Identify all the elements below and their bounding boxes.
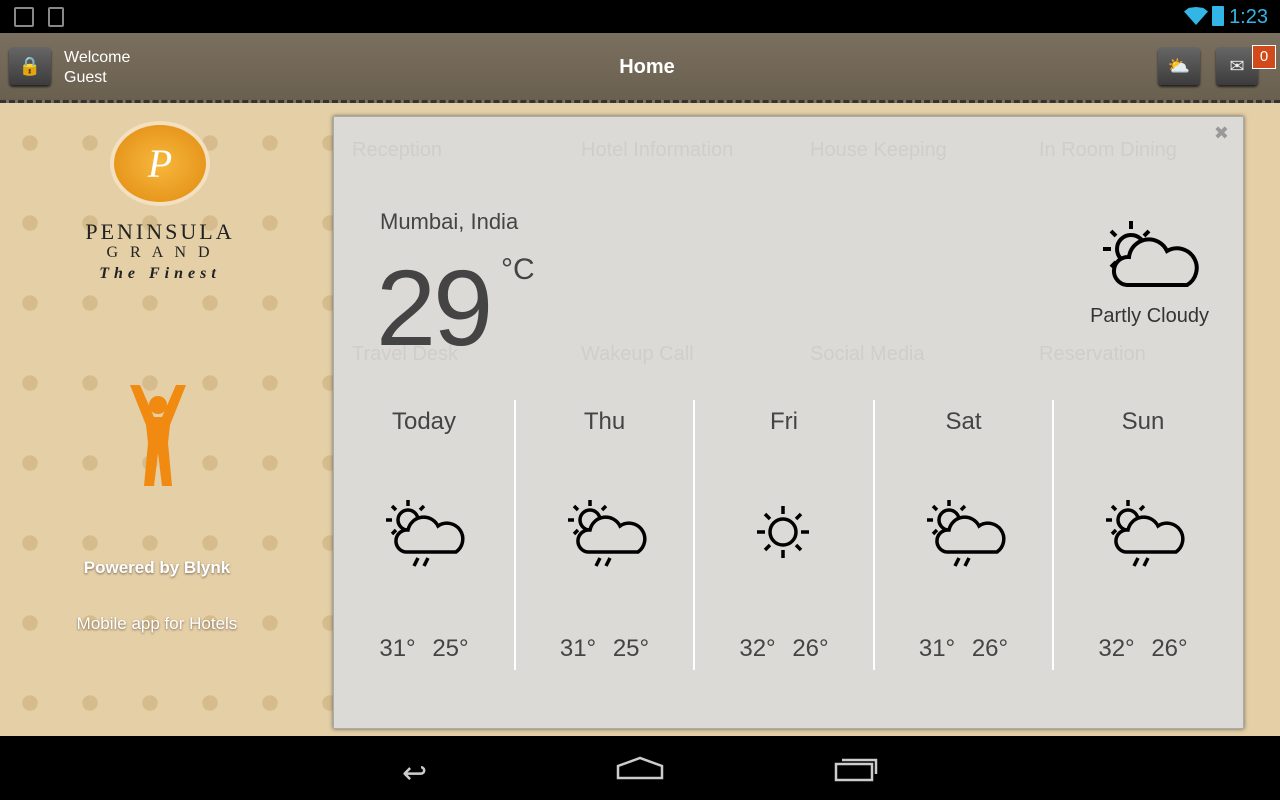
forecast-low: 25°	[612, 635, 650, 662]
recent-apps-button[interactable]	[834, 754, 882, 782]
forecast-low: 26°	[1151, 635, 1188, 662]
forecast-day-sun: Sun 32° 26°	[1052, 400, 1232, 670]
forecast-day-today: Today 31° 25°	[334, 400, 514, 670]
forecast-temps: 31° 26°	[875, 635, 1053, 663]
forecast-day-name: Today	[391, 408, 457, 435]
forecast-day-fri: Fri 32° 26°	[693, 400, 873, 670]
page-title: Home	[619, 56, 675, 78]
brand-sub: G R A N D	[106, 244, 214, 261]
home-button[interactable]	[616, 756, 664, 780]
forecast-high: 31°	[379, 635, 416, 662]
temperature-unit: °C	[501, 253, 535, 286]
forecast-high: 31°	[559, 635, 597, 662]
weather-dialog: Reception Hotel Information House Keepin…	[333, 116, 1244, 729]
forecast-day-name: Sun	[1121, 408, 1165, 435]
mascot-figure	[130, 385, 186, 486]
weather-button[interactable]: ⛅	[1158, 47, 1200, 85]
sunny-icon	[757, 506, 809, 558]
condition: Partly Cloudy	[1090, 305, 1209, 327]
forecast-high: 32°	[1098, 635, 1135, 662]
forecast-day-thu: Thu 31° 25°	[513, 400, 694, 670]
rain-partly-cloudy-icon	[926, 500, 1006, 567]
forecast-low: 26°	[792, 635, 829, 662]
forecast-high: 31°	[918, 635, 956, 662]
tile-hotel-information: Hotel Information	[581, 139, 734, 161]
forecast-day-name: Thu	[583, 408, 626, 435]
image-icon	[14, 7, 34, 27]
brand-name: PENINSULA	[85, 219, 235, 244]
envelope-icon: ✉	[1229, 55, 1245, 76]
rain-partly-cloudy-icon	[1106, 500, 1185, 567]
forecast-day-name: Sat	[945, 408, 982, 435]
forecast-temps: 31° 25°	[334, 635, 514, 663]
tile-house-keeping: House Keeping	[810, 139, 947, 161]
forecast-temps: 32° 26°	[1054, 635, 1232, 663]
forecast-high: 32°	[739, 635, 776, 662]
forecast-low: 26°	[971, 635, 1009, 662]
forecast-temps: 31° 25°	[516, 635, 694, 663]
forecast-low: 25°	[432, 635, 469, 662]
app-header: 🔒 Welcome Guest Home ⛅ ✉ 0	[0, 33, 1280, 103]
close-button[interactable]: ✖	[1214, 123, 1229, 144]
current-temperature: 29	[376, 247, 493, 368]
back-button[interactable]: ↩	[402, 756, 427, 791]
forecast-temps: 32° 26°	[695, 635, 873, 663]
tagline: The Finest	[99, 265, 221, 282]
navigation-bar: ↩	[0, 736, 1280, 800]
forecast-day-name: Fri	[770, 408, 798, 435]
rain-partly-cloudy-icon	[567, 500, 647, 567]
powered-by: Powered by Blynk	[83, 558, 231, 577]
rain-partly-cloudy-icon	[386, 500, 465, 567]
weather-icon: ⛅	[1167, 55, 1191, 76]
download-icon	[48, 7, 64, 27]
forecast-day-sat: Sat 31° 26°	[872, 400, 1053, 670]
message-count-badge: 0	[1252, 45, 1276, 69]
partly-cloudy-icon	[1103, 221, 1199, 287]
app-subtitle: Mobile app for Hotels	[76, 614, 238, 633]
battery-icon	[1212, 6, 1224, 26]
wifi-icon	[1184, 7, 1208, 25]
main-area: P PENINSULA G R A N D The Finest Powered…	[0, 103, 1280, 736]
location: Mumbai, India	[380, 209, 519, 234]
clock: 1:23	[1229, 6, 1268, 28]
hotel-logo: P	[110, 121, 210, 206]
status-bar: 1:23	[0, 0, 1280, 33]
